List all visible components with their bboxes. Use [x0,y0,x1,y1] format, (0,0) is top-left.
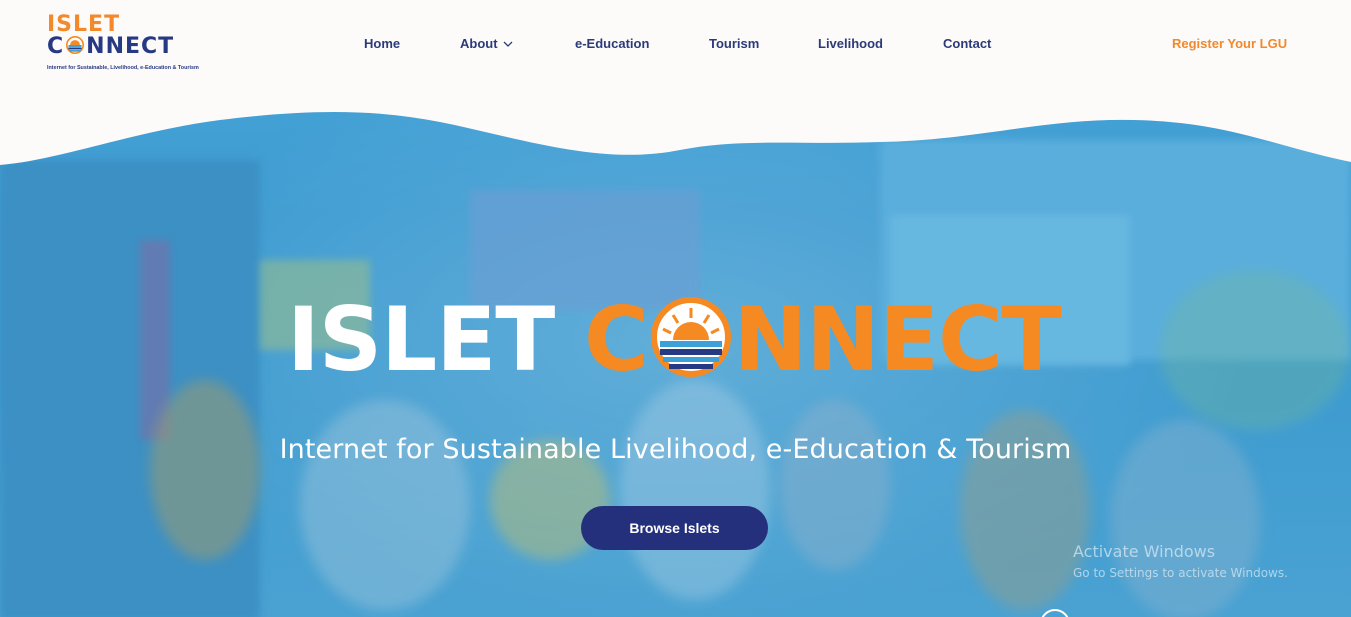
nav-tourism-label: Tourism [709,36,760,51]
browse-islets-button[interactable]: Browse Islets [581,506,768,550]
windows-activation-watermark: Activate Windows Go to Settings to activ… [1073,542,1288,584]
activation-title: Activate Windows [1073,542,1216,561]
nav-about[interactable]: About [460,36,513,51]
navbar: ISLET C NNECT Internet for Sustainable, … [0,0,1351,90]
hero-title-nnect: NNECT [733,288,1062,391]
nav-livelihood[interactable]: Livelihood [818,36,883,51]
logo-word-connect: C NNECT [47,35,174,59]
hero-subtitle: Internet for Sustainable Livelihood, e-E… [279,434,1072,465]
sun-sea-emblem-icon [66,36,85,54]
nav-livelihood-label: Livelihood [818,36,883,51]
nav-about-label: About [460,36,498,51]
register-lgu-link[interactable]: Register Your LGU [1172,36,1287,51]
hero-title: ISLET C NNECT [287,288,1062,391]
site-logo[interactable]: ISLET C NNECT Internet for Sustainable, … [47,13,207,73]
nav-contact-label: Contact [943,36,992,51]
logo-letter-c: C [47,34,65,59]
nav-home-label: Home [364,36,401,51]
hero-title-c: C [583,288,649,391]
activation-subtitle: Go to Settings to activate Windows. [1073,566,1288,580]
nav-contact[interactable]: Contact [943,36,991,51]
nav-home[interactable]: Home [364,36,400,51]
logo-tagline: Internet for Sustainable, Livelihood, e-… [47,65,199,71]
sun-sea-emblem-icon [650,297,731,377]
nav-e-education[interactable]: e-Education [575,36,649,51]
nav-e-education-label: e-Education [575,36,650,51]
chevron-down-icon [503,41,513,47]
logo-letters-nnect: NNECT [86,34,175,59]
nav-tourism[interactable]: Tourism [709,36,759,51]
hero-title-islet: ISLET [287,288,555,391]
